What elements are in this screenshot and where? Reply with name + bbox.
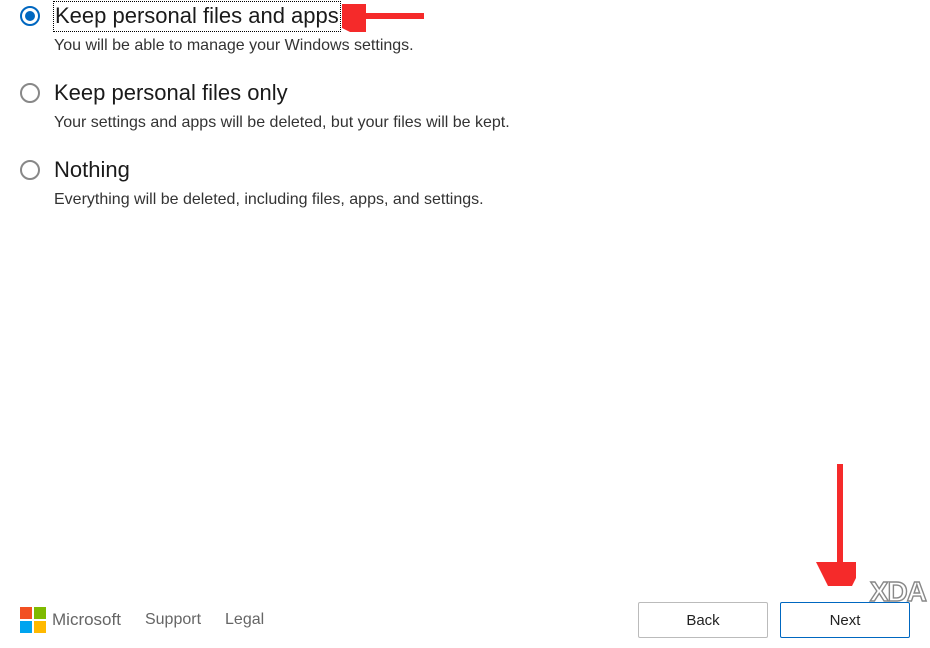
option-text-group: Keep personal files only Your settings a… [54,79,510,134]
install-options-list: Keep personal files and apps You will be… [0,0,930,211]
support-link[interactable]: Support [145,611,201,629]
legal-link[interactable]: Legal [225,611,264,629]
footer-buttons: Back Next [638,602,910,638]
option-description: Everything will be deleted, including fi… [54,189,484,211]
next-button[interactable]: Next [780,602,910,638]
option-title: Keep personal files and apps [54,2,340,31]
option-nothing[interactable]: Nothing Everything will be deleted, incl… [20,156,910,211]
footer-left: Microsoft Support Legal [20,607,264,633]
back-button[interactable]: Back [638,602,768,638]
option-text-group: Nothing Everything will be deleted, incl… [54,156,484,211]
option-text-group: Keep personal files and apps You will be… [54,2,414,57]
microsoft-brand: Microsoft [20,607,121,633]
microsoft-logo-icon [20,607,46,633]
footer: Microsoft Support Legal Back Next [0,602,930,638]
option-title: Keep personal files only [54,79,510,108]
annotation-arrow-icon [816,456,856,586]
radio-icon [20,160,40,180]
option-keep-files-and-apps[interactable]: Keep personal files and apps You will be… [20,2,910,57]
option-title: Nothing [54,156,484,185]
option-description: Your settings and apps will be deleted, … [54,112,510,134]
microsoft-label: Microsoft [52,610,121,630]
option-description: You will be able to manage your Windows … [54,35,414,57]
option-keep-files-only[interactable]: Keep personal files only Your settings a… [20,79,910,134]
radio-icon [20,83,40,103]
radio-icon [20,6,40,26]
